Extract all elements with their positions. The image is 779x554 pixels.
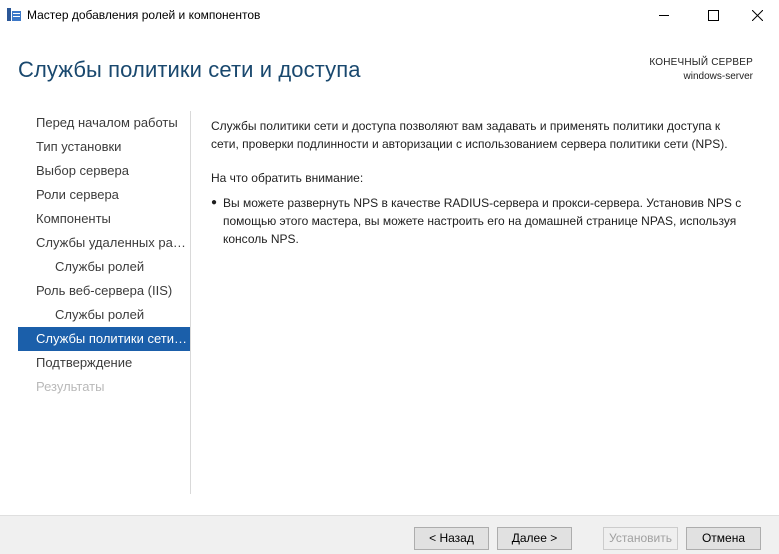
server-manager-icon (7, 8, 21, 21)
close-icon (751, 9, 763, 21)
minimize-icon (658, 14, 669, 16)
nav-item-web-server-role[interactable]: Роль веб-сервера (IIS) (18, 279, 190, 303)
window-title: Мастер добавления ролей и компонентов (27, 8, 261, 22)
install-button: Установить (603, 527, 678, 550)
close-button[interactable] (734, 0, 779, 30)
note-heading: На что обратить внимание: (211, 171, 364, 185)
nav-item-rds-role-services[interactable]: Службы ролей (18, 255, 190, 279)
maximize-icon (707, 9, 719, 21)
nav-item-server-selection[interactable]: Выбор сервера (18, 159, 190, 183)
nav-item-results: Результаты (36, 379, 105, 394)
nav-item-features[interactable]: Компоненты (18, 207, 190, 231)
nav-divider (190, 111, 191, 494)
destination-server: КОНЕЧНЫЙ СЕРВЕР windows-server (649, 56, 753, 84)
destination-server-label: КОНЕЧНЫЙ СЕРВЕР (649, 57, 753, 68)
nav-item-confirmation[interactable]: Подтверждение (18, 351, 190, 375)
nav-item-server-roles[interactable]: Роли сервера (18, 183, 190, 207)
bullet-icon: ● (211, 197, 218, 208)
bullet-text: Вы можете развернуть NPS в качестве RADI… (223, 196, 742, 246)
intro-text: Службы политики сети и доступа позволяют… (211, 119, 728, 151)
maximize-button[interactable] (690, 0, 736, 30)
wizard-nav: Перед началом работы Тип установки Выбор… (18, 111, 190, 399)
title-bar[interactable]: Мастер добавления ролей и компонентов (0, 0, 779, 30)
nav-item-remote-desktop-services[interactable]: Службы удаленных рабочих столов (18, 231, 190, 255)
footer-bar: < Назад Далее > Установить Отмена (0, 515, 779, 554)
wizard-window: Мастер добавления ролей и компонентов Сл… (0, 0, 779, 554)
nav-item-iis-role-services[interactable]: Службы ролей (18, 303, 190, 327)
cancel-button[interactable]: Отмена (686, 527, 761, 550)
nav-item-before-you-begin[interactable]: Перед началом работы (18, 111, 190, 135)
content-pane: Службы политики сети и доступа позволяют… (211, 117, 751, 248)
minimize-button[interactable] (641, 0, 687, 30)
page-title: Службы политики сети и доступа (18, 57, 361, 82)
bullet-item: ● Вы можете развернуть NPS в качестве RA… (211, 194, 751, 248)
nav-item-network-policy-access[interactable]: Службы политики сети и доступа (18, 327, 190, 351)
destination-server-name: windows-server (683, 71, 753, 82)
back-button[interactable]: < Назад (414, 527, 489, 550)
nav-item-installation-type[interactable]: Тип установки (18, 135, 190, 159)
next-button[interactable]: Далее > (497, 527, 572, 550)
